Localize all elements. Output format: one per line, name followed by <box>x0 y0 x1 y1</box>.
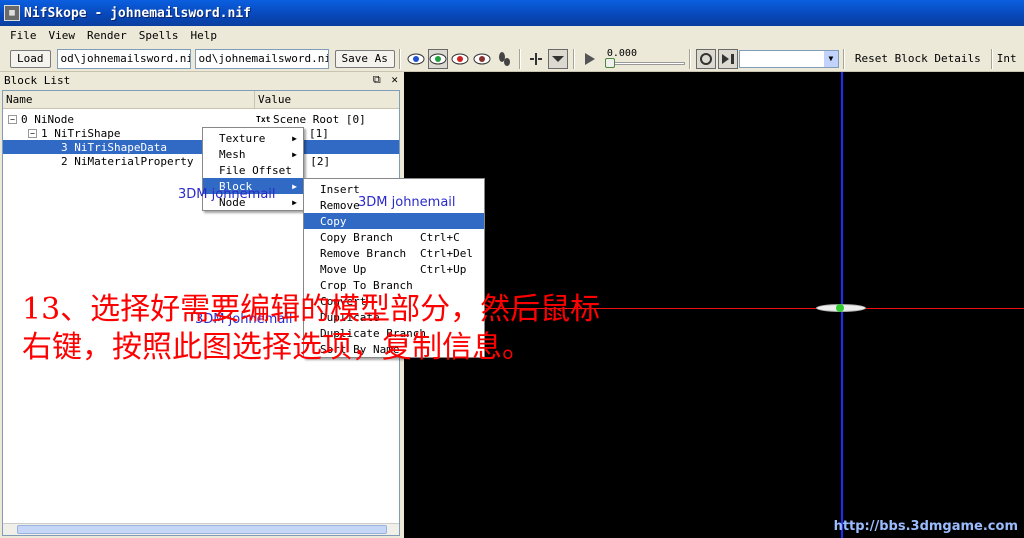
tree-row-name: 1 NiTriShape <box>41 126 121 140</box>
submenu-arrow-icon: ▶ <box>292 149 297 159</box>
menu-view[interactable]: View <box>43 29 82 42</box>
tree-row-value: [1] <box>309 126 329 140</box>
menu-item-label: Mesh <box>219 147 246 161</box>
view-dropdown-icon[interactable] <box>547 48 568 69</box>
menu-spells[interactable]: Spells <box>133 29 185 42</box>
eye-red-icon[interactable] <box>450 49 470 69</box>
step-icon[interactable] <box>717 48 738 69</box>
submenu-item-remove-branch[interactable]: Remove Branch Ctrl+Del <box>304 245 484 261</box>
split-icon[interactable] <box>526 49 546 69</box>
submenu-item-copy-branch[interactable]: Copy Branch Ctrl+C <box>304 229 484 245</box>
submenu-item-crop-to-branch[interactable]: Crop To Branch <box>304 277 484 293</box>
slider-track <box>604 61 685 65</box>
menu-item-label: Remove <box>320 198 360 212</box>
float-icon[interactable]: ⧉ <box>373 73 381 86</box>
toolbar: Load od\johnemailsword.nif od\johnemails… <box>0 46 1024 72</box>
submenu-item-copy[interactable]: Copy <box>304 213 484 229</box>
reset-block-details-button[interactable]: Reset Block Details <box>849 50 987 68</box>
menu-item-label: Copy <box>320 214 347 228</box>
time-slider-value: 0.000 <box>606 47 637 59</box>
scrollbar-thumb[interactable] <box>17 525 387 534</box>
slider-thumb[interactable] <box>604 57 615 68</box>
submenu-arrow-icon: ▶ <box>292 133 297 143</box>
submenu-item-move-up[interactable]: Move Up Ctrl+Up <box>304 261 484 277</box>
model-pivot <box>836 304 844 312</box>
dock-title: Block List <box>4 73 71 87</box>
dock-buttons: ⧉ ✕ <box>369 73 398 87</box>
menu-item-texture[interactable]: Texture ▶ <box>203 130 303 146</box>
toolbar-separator <box>990 48 993 69</box>
menu-item-label: Texture <box>219 131 266 145</box>
menu-item-label: Insert <box>320 182 360 196</box>
shortcut-label: Ctrl+Up <box>420 262 467 276</box>
text-type-icon: Txt <box>256 114 271 124</box>
menu-file[interactable]: File <box>4 29 43 42</box>
instruction-line-2: 右键，按照此图选择选项，复制信息。 <box>22 330 532 365</box>
tree-row[interactable]: − 1 NiTriShape [1] <box>3 126 399 140</box>
menu-item-label: Copy Branch <box>320 230 393 244</box>
animation-select[interactable]: ▼ <box>738 49 839 68</box>
collapse-icon[interactable]: − <box>8 114 17 124</box>
tree-row-name: 0 NiNode <box>21 112 74 126</box>
toolbar-separator <box>518 48 521 69</box>
menu-render[interactable]: Render <box>81 29 133 42</box>
tree-row[interactable]: 2 NiMaterialProperty t [2] <box>3 154 399 168</box>
toolbar-separator <box>688 48 691 69</box>
menu-item-label: Remove Branch <box>320 246 407 260</box>
loop-icon[interactable] <box>695 48 716 69</box>
menu-item-mesh[interactable]: Mesh ▶ <box>203 146 303 162</box>
tree-row-name: 3 NiTriShapeData <box>61 140 167 154</box>
horizontal-scrollbar[interactable] <box>3 523 399 535</box>
load-button[interactable]: Load <box>10 49 51 68</box>
column-header-value[interactable]: Value <box>255 91 399 108</box>
time-slider[interactable]: 0.000 <box>604 47 685 70</box>
instruction-line-1: 13、选择好需要编辑的模型部分，然后鼠标 <box>22 292 601 327</box>
toolbar-separator <box>842 48 845 69</box>
shortcut-label: Ctrl+C <box>420 230 460 244</box>
menu-help[interactable]: Help <box>185 29 224 42</box>
submenu-arrow-icon: ▶ <box>292 197 297 207</box>
watermark-text: 3DM johnemail <box>178 187 276 202</box>
tree-row[interactable]: − 0 NiNode Txt Scene Root [0] <box>3 112 399 126</box>
toolbar-overflow-label[interactable]: Int <box>997 52 1017 65</box>
menu-item-file-offset[interactable]: File Offset <box>203 162 303 178</box>
eye-blue-icon[interactable] <box>406 49 426 69</box>
toolbar-separator <box>572 48 575 69</box>
eye-dark-icon[interactable] <box>472 49 492 69</box>
play-icon[interactable] <box>580 49 600 69</box>
title-bar: ▦ NifSkope - johnemailsword.nif <box>0 0 1024 26</box>
menu-item-label: Crop To Branch <box>320 278 413 292</box>
site-watermark: http://bbs.3dmgame.com <box>833 519 1018 534</box>
dock-title-bar: Block List ⧉ ✕ <box>0 72 402 88</box>
shortcut-label: Ctrl+Del <box>420 246 473 260</box>
app-icon: ▦ <box>4 5 20 21</box>
tree-header: Name Value <box>3 91 399 109</box>
window-title: NifSkope - johnemailsword.nif <box>24 5 251 21</box>
watermark-text: 3DM johnemail <box>358 195 456 210</box>
menu-item-label: Move Up <box>320 262 367 276</box>
tree-row-value: Scene Root [0] <box>273 112 366 126</box>
save-path-field[interactable]: od\johnemailsword.nif <box>194 48 329 69</box>
tree-row-name: 2 NiMaterialProperty <box>61 154 194 168</box>
save-as-button[interactable]: Save As <box>334 49 395 68</box>
menu-bar: File View Render Spells Help <box>0 26 1024 44</box>
submenu-arrow-icon: ▶ <box>292 181 297 191</box>
eye-green-icon[interactable] <box>427 48 448 69</box>
chevron-down-icon[interactable]: ▼ <box>823 50 838 67</box>
load-path-field[interactable]: od\johnemailsword.nif <box>56 48 191 69</box>
close-icon[interactable]: ✕ <box>391 73 398 86</box>
collapse-icon[interactable]: − <box>28 128 37 138</box>
column-header-name[interactable]: Name <box>3 91 255 108</box>
footprint-icon[interactable] <box>494 49 514 69</box>
menu-item-label: File Offset <box>219 163 292 177</box>
toolbar-separator <box>398 48 401 69</box>
tree-row-selected[interactable]: 3 NiTriShapeData <box>3 140 399 154</box>
